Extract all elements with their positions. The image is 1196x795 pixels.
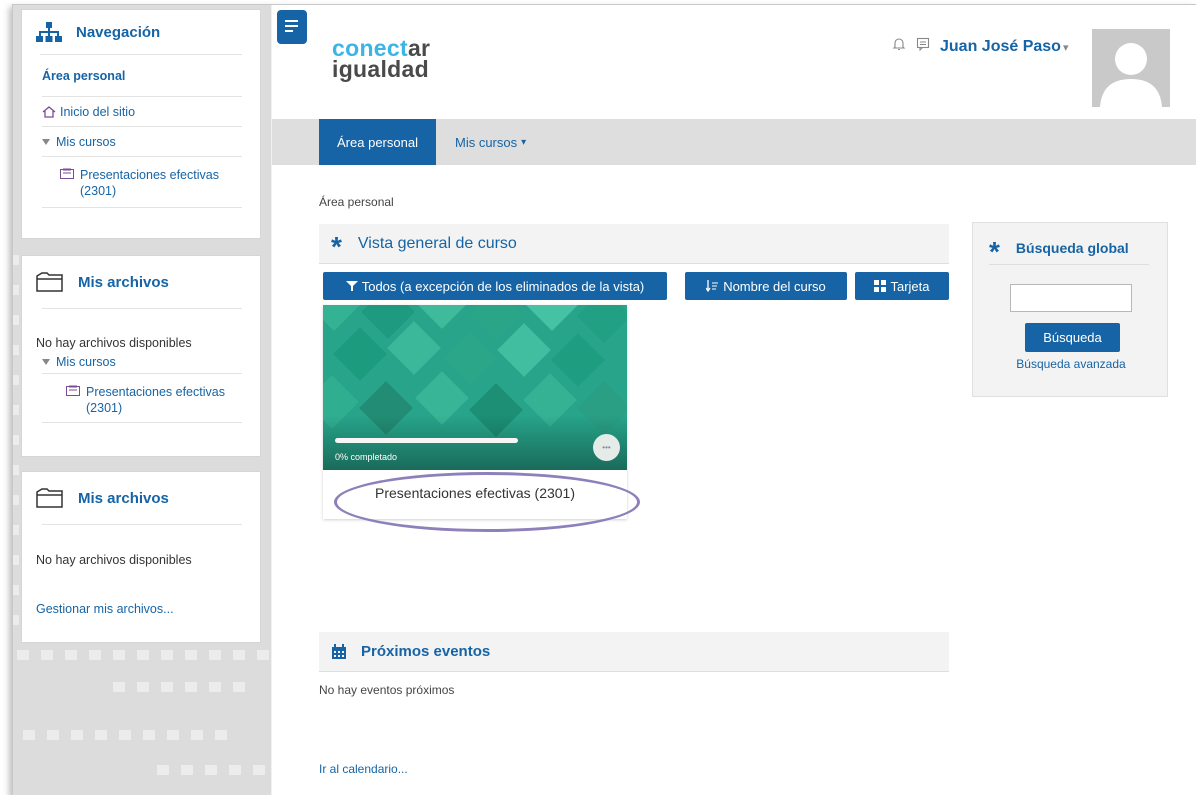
files-course[interactable]: Presentaciones efectivas (2301) bbox=[42, 374, 242, 423]
course-icon bbox=[60, 168, 74, 199]
global-search-header: * Búsqueda global bbox=[989, 235, 1149, 265]
files-block-2-empty: No hay archivos disponibles bbox=[36, 553, 192, 567]
course-progress-bar bbox=[335, 438, 518, 443]
manage-files-link[interactable]: Gestionar mis archivos... bbox=[36, 602, 242, 616]
navigation-block-title: Navegación bbox=[76, 23, 161, 41]
home-icon bbox=[42, 105, 56, 118]
files-block-2: Mis archivos No hay archivos disponibles… bbox=[21, 471, 261, 643]
main-content: conectar igualdad Juan José Paso ▾ Área p… bbox=[272, 5, 1196, 795]
grid-icon bbox=[874, 280, 887, 292]
course-icon bbox=[66, 385, 80, 416]
site-logo[interactable]: conectar igualdad bbox=[332, 37, 430, 82]
files-block-1-empty: No hay archivos disponibles bbox=[36, 336, 192, 350]
highlight-oval bbox=[334, 472, 640, 532]
nav-item-course-label: Presentaciones efectivas (2301) bbox=[80, 168, 219, 198]
files-block-1-header: Mis archivos bbox=[22, 256, 260, 308]
filter-icon bbox=[345, 280, 358, 292]
files-block-2-header: Mis archivos bbox=[22, 472, 260, 524]
tab-mis-cursos-label: Mis cursos bbox=[455, 134, 518, 150]
upcoming-events-empty: No hay eventos próximos bbox=[319, 683, 455, 697]
drawer-toggle-button[interactable] bbox=[277, 10, 307, 44]
files-block-1: Mis archivos No hay archivos disponibles… bbox=[21, 255, 261, 457]
menu-icon bbox=[285, 30, 293, 32]
nav-item-inicio-label: Inicio del sitio bbox=[60, 104, 136, 119]
more-icon: ••• bbox=[602, 443, 611, 452]
messages-icon[interactable] bbox=[916, 37, 930, 56]
user-caret-icon: ▾ bbox=[1062, 41, 1069, 54]
course-progress-text: 0% completado bbox=[335, 452, 398, 462]
files-mis-cursos[interactable]: Mis cursos bbox=[42, 350, 242, 374]
course-overview-header: * Vista general de curso bbox=[319, 224, 949, 264]
browser-frame: Navegación Área personal Inicio del siti… bbox=[12, 4, 1196, 795]
navigation-block: Navegación Área personal Inicio del siti… bbox=[21, 9, 261, 239]
navigation-block-body: Área personal Inicio del sitio Mis curso… bbox=[22, 54, 260, 208]
course-actions-button[interactable]: ••• bbox=[593, 434, 620, 461]
calendar-link[interactable]: Ir al calendario... bbox=[319, 762, 408, 776]
user-menu: Juan José Paso ▾ bbox=[892, 37, 1068, 56]
tab-area-personal-label: Área personal bbox=[337, 134, 418, 150]
upcoming-events-header: Próximos eventos bbox=[319, 632, 949, 672]
course-image[interactable]: 0% completado ••• bbox=[323, 305, 627, 470]
menu-icon bbox=[285, 25, 298, 27]
nav-item-area-personal[interactable]: Área personal bbox=[42, 55, 242, 97]
files-course-label: Presentaciones efectivas (2301) bbox=[86, 385, 225, 415]
chevron-down-icon: ▾ bbox=[521, 136, 527, 148]
view-button[interactable]: Tarjeta bbox=[855, 272, 949, 300]
primary-navbar: Área personal Mis cursos ▾ bbox=[272, 119, 1196, 165]
filter-button[interactable]: Todos (a excepción de los eliminados de … bbox=[323, 272, 667, 300]
tab-area-personal[interactable]: Área personal bbox=[319, 119, 436, 165]
files-block-2-body: No hay archivos disponibles Gestionar mi… bbox=[22, 524, 260, 616]
nav-item-mis-cursos-label: Mis cursos bbox=[56, 134, 116, 149]
user-name-link[interactable]: Juan José Paso ▾ bbox=[940, 38, 1068, 56]
view-button-label: Tarjeta bbox=[890, 278, 930, 294]
advanced-search-link[interactable]: Búsqueda avanzada bbox=[973, 357, 1169, 371]
logo-part-2: igualdad bbox=[332, 56, 429, 82]
caret-down-icon bbox=[42, 358, 50, 365]
nav-item-mis-cursos[interactable]: Mis cursos bbox=[42, 127, 242, 157]
sort-button-label: Nombre del curso bbox=[723, 278, 826, 294]
global-search-block: * Búsqueda global Búsqueda Búsqueda avan… bbox=[972, 222, 1168, 397]
files-block-1-body: No hay archivos disponibles Mis cursos P… bbox=[22, 308, 260, 423]
navigation-block-header: Navegación bbox=[22, 10, 260, 54]
course-overview-title: Vista general de curso bbox=[357, 234, 517, 252]
files-mis-cursos-label: Mis cursos bbox=[56, 354, 116, 369]
asterisk-icon: * bbox=[331, 230, 342, 262]
nav-item-course[interactable]: Presentaciones efectivas (2301) bbox=[42, 157, 242, 208]
menu-icon bbox=[285, 20, 298, 22]
search-button-label: Búsqueda bbox=[1043, 330, 1102, 345]
nav-item-inicio[interactable]: Inicio del sitio bbox=[42, 97, 242, 127]
folder-icon bbox=[36, 487, 63, 509]
asterisk-icon: * bbox=[989, 235, 1000, 267]
files-block-2-title: Mis archivos bbox=[78, 489, 169, 507]
tab-mis-cursos[interactable]: Mis cursos ▾ bbox=[455, 119, 526, 165]
caret-down-icon bbox=[42, 138, 50, 145]
sort-icon bbox=[706, 280, 719, 292]
breadcrumb[interactable]: Área personal bbox=[319, 195, 394, 209]
filter-button-label: Todos (a excepción de los eliminados de … bbox=[361, 278, 645, 294]
files-block-1-title: Mis archivos bbox=[78, 273, 169, 291]
upcoming-events-title: Próximos eventos bbox=[361, 643, 491, 660]
folder-icon bbox=[36, 271, 63, 293]
search-button[interactable]: Búsqueda bbox=[1025, 323, 1120, 352]
global-search-input[interactable] bbox=[1010, 284, 1132, 312]
calendar-icon bbox=[331, 643, 347, 660]
global-search-title: Búsqueda global bbox=[1015, 239, 1129, 256]
sort-button[interactable]: Nombre del curso bbox=[685, 272, 847, 300]
nav-item-area-personal-label: Área personal bbox=[42, 68, 126, 83]
bell-icon[interactable] bbox=[892, 37, 906, 56]
avatar[interactable] bbox=[1092, 29, 1170, 107]
user-name: Juan José Paso bbox=[940, 37, 1061, 55]
sitemap-icon bbox=[36, 21, 62, 43]
